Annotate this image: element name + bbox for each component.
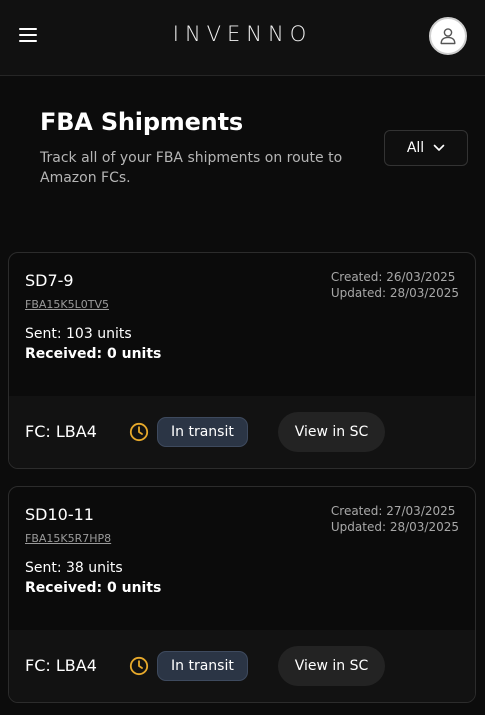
- fulfillment-center-label: FC: LBA4: [25, 656, 97, 675]
- received-units: Received: 0 units: [25, 580, 162, 596]
- updated-date: Updated: 28/03/2025: [330, 520, 459, 534]
- filter-label: All: [406, 140, 425, 156]
- view-in-sc-button[interactable]: View in SC: [278, 646, 385, 686]
- page-subtitle: Track all of your FBA shipments on route…: [40, 150, 343, 186]
- created-date: Created: 27/03/2025: [330, 504, 456, 518]
- received-units: Received: 0 units: [25, 346, 162, 362]
- shipment-card-footer: FC: LBA4 In transit View in SC: [9, 396, 475, 468]
- user-avatar-button[interactable]: [429, 17, 467, 55]
- top-nav-bar: INVENNO: [0, 0, 485, 76]
- shipment-dates: Created: 27/03/2025 Updated: 28/03/2025: [331, 503, 459, 535]
- status-filter-dropdown[interactable]: All: [384, 130, 468, 166]
- shipment-card: SD10-11 FBA15K5R7HP8 Created: 27/03/2025…: [8, 486, 476, 703]
- updated-date: Updated: 28/03/2025: [330, 286, 459, 300]
- page-title: FBA Shipments: [40, 108, 243, 136]
- shipment-id: SD10-11: [25, 505, 94, 524]
- user-icon: [440, 28, 456, 45]
- chevron-down-icon: [433, 144, 445, 151]
- shipment-dates: Created: 26/03/2025 Updated: 28/03/2025: [331, 269, 459, 301]
- view-in-sc-button[interactable]: View in SC: [278, 412, 385, 452]
- shipment-card-footer: FC: LBA4 In transit View in SC: [9, 630, 475, 702]
- fulfillment-center-label: FC: LBA4: [25, 422, 97, 441]
- brand-logo: INVENNO: [172, 22, 313, 46]
- page-header: FBA Shipments Track all of your FBA ship…: [40, 108, 350, 188]
- shipment-reference-link[interactable]: FBA15K5L0TV5: [25, 298, 109, 311]
- status-badge: In transit: [157, 417, 248, 447]
- status-badge: In transit: [157, 651, 248, 681]
- clock-icon: [129, 656, 149, 676]
- sent-units: Sent: 103 units: [25, 326, 132, 342]
- shipment-card: SD7-9 FBA15K5L0TV5 Created: 26/03/2025 U…: [8, 252, 476, 469]
- clock-icon: [129, 422, 149, 442]
- shipment-reference-link[interactable]: FBA15K5R7HP8: [25, 532, 111, 545]
- shipment-id: SD7-9: [25, 271, 74, 290]
- sent-units: Sent: 38 units: [25, 560, 123, 576]
- created-date: Created: 26/03/2025: [330, 270, 456, 284]
